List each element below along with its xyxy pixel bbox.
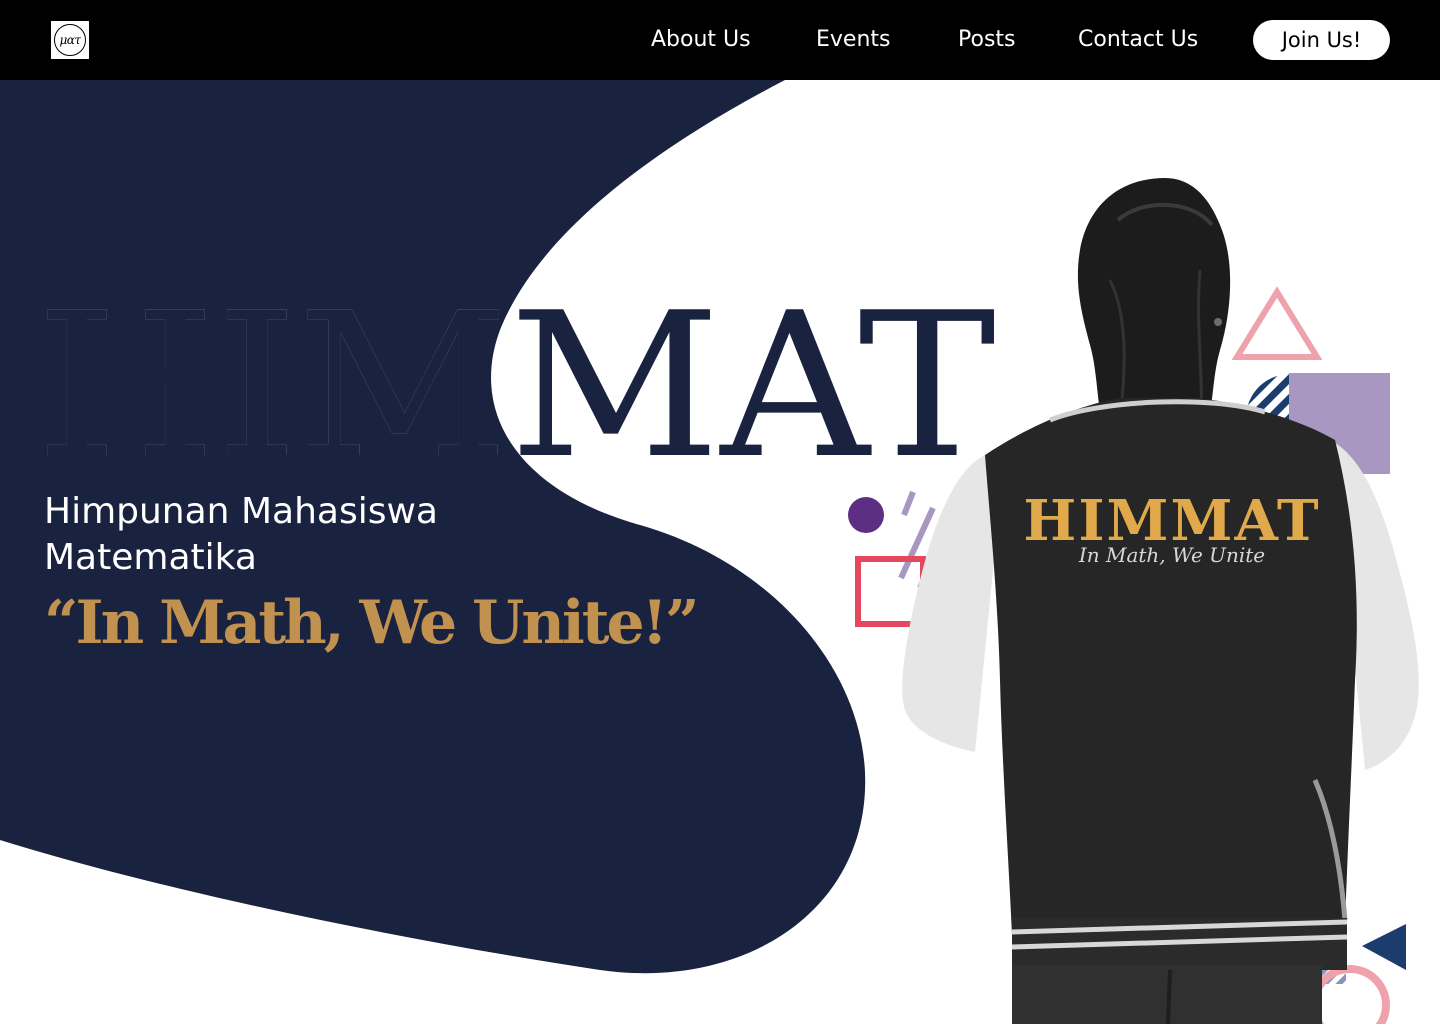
nav-link-posts[interactable]: Posts (958, 26, 1016, 54)
nav-link-about-us[interactable]: About Us (651, 26, 751, 54)
join-us-button[interactable]: Join Us! (1253, 20, 1390, 60)
hero-tagline: “In Math, We Unite!” (44, 588, 700, 658)
nav-link-contact-us[interactable]: Contact Us (1078, 26, 1198, 54)
landing-page: ματ About Us Events Posts Contact Us Joi… (0, 0, 1440, 1024)
logo-ring-icon: ματ (54, 24, 86, 56)
himmat-logo[interactable]: ματ (51, 21, 89, 59)
top-navbar: ματ About Us Events Posts Contact Us Joi… (0, 0, 1440, 80)
nav-link-events[interactable]: Events (816, 26, 891, 54)
hero-subtitle: Himpunan Mahasiswa Matematika (44, 489, 504, 581)
logo-text: ματ (59, 33, 81, 47)
subtitle-line-2: Matematika (44, 537, 257, 578)
subtitle-line-1: Himpunan Mahasiswa (44, 491, 438, 532)
